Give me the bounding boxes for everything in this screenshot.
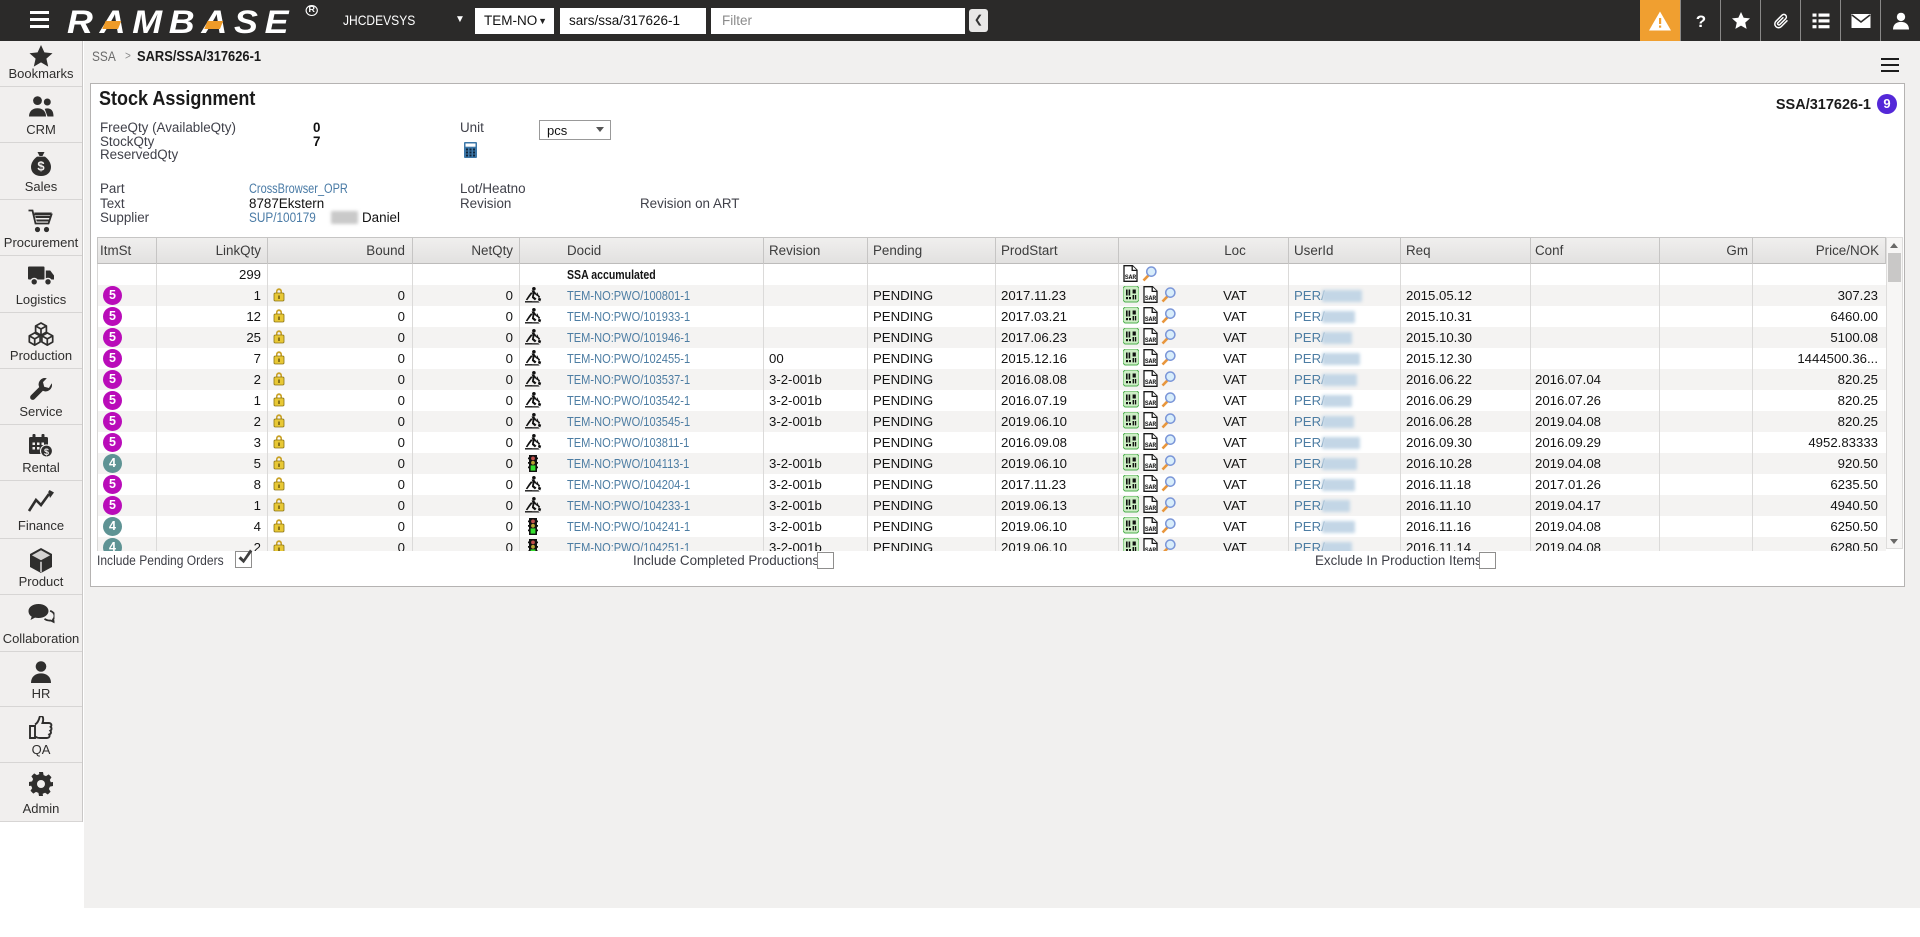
svg-text:SAR: SAR (1145, 484, 1157, 491)
svg-text:SAR: SAR (1145, 526, 1157, 533)
svg-text:SAR: SAR (1145, 442, 1157, 449)
svg-text:SAR: SAR (1145, 337, 1157, 344)
svg-text:SAR: SAR (1145, 316, 1157, 323)
svg-text:?: ? (1695, 12, 1705, 31)
svg-text:$: $ (37, 159, 45, 174)
svg-text:SAR: SAR (1145, 379, 1157, 386)
svg-text:SAR: SAR (1145, 505, 1157, 512)
svg-text:SAR: SAR (1145, 421, 1157, 428)
svg-text:SAR: SAR (1145, 463, 1157, 470)
svg-text:$: $ (44, 447, 49, 457)
svg-text:SAR: SAR (1145, 295, 1157, 302)
svg-text:SAR: SAR (1145, 358, 1157, 365)
svg-text:SAR: SAR (1125, 274, 1137, 281)
svg-text:SAR: SAR (1145, 400, 1157, 407)
svg-text:SAR: SAR (1145, 547, 1157, 551)
